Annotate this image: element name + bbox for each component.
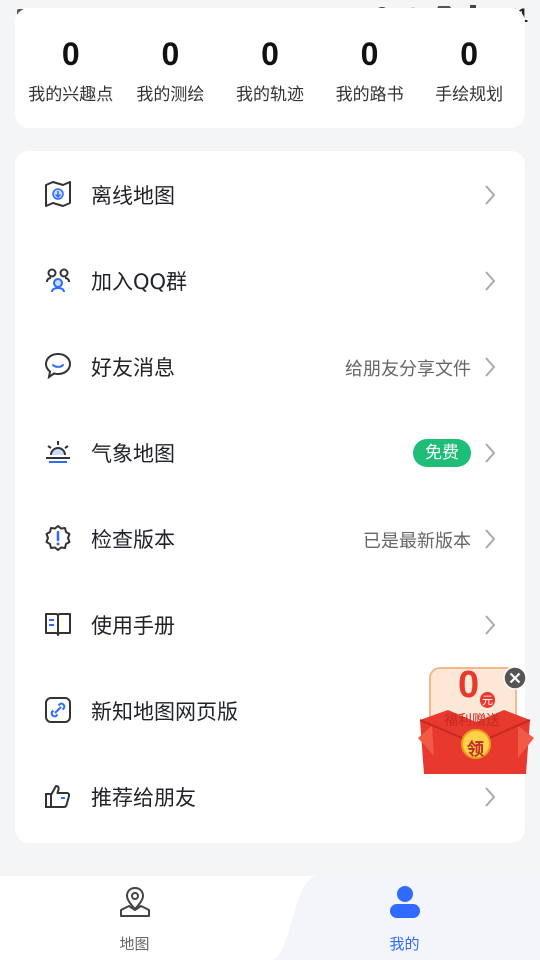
stat-value: 0 (161, 36, 180, 72)
stat-roadbook[interactable]: 0 我的路书 (320, 34, 420, 128)
promo-unit: 元 (480, 692, 495, 708)
menu-item-join-qq-group[interactable]: 加入QQ群 (15, 237, 525, 323)
stat-label: 我的轨迹 (235, 85, 304, 105)
promo-text: 福利赠送 (444, 713, 500, 729)
menu-title: 新知地图网页版 (91, 700, 238, 724)
menu-title: 离线地图 (91, 184, 175, 208)
stat-track[interactable]: 0 我的轨迹 (220, 34, 320, 128)
person-icon (389, 886, 420, 918)
menu-item-user-manual[interactable]: 使用手册 (15, 581, 525, 667)
menu-title: 加入QQ群 (91, 270, 188, 294)
menu-subtitle: 已是最新版本 (363, 531, 471, 552)
stat-label: 我的路书 (335, 85, 404, 105)
stat-value: 0 (460, 36, 479, 72)
chevron-right-icon (485, 185, 496, 205)
promo-amount: 0 (458, 664, 480, 706)
menu-item-weather-map[interactable]: 气象地图 免费 (15, 409, 525, 495)
weather-icon (46, 441, 70, 463)
group-icon (46, 268, 70, 293)
free-badge: 免费 (413, 439, 471, 467)
bottom-tab-bar: 地图 我的 (0, 876, 540, 960)
stat-value: 0 (61, 36, 80, 72)
menu-title: 推荐给朋友 (91, 786, 196, 810)
menu-title: 好友消息 (91, 356, 175, 380)
chat-icon (44, 352, 72, 380)
stat-label: 手绘规划 (435, 85, 504, 105)
thumbs-up-icon (45, 785, 71, 808)
menu-item-offline-map[interactable]: 离线地图 (15, 151, 525, 237)
close-icon[interactable] (503, 666, 527, 690)
offline-map-icon (45, 181, 71, 207)
tab-label: 地图 (119, 935, 150, 953)
menu-title: 使用手册 (91, 614, 175, 638)
stat-label: 我的测绘 (136, 85, 205, 105)
stat-poi[interactable]: 0 我的兴趣点 (21, 34, 121, 128)
menu-subtitle: 给朋友分享文件 (345, 359, 471, 380)
version-icon (45, 525, 71, 551)
map-pin-icon (119, 886, 150, 917)
menu-title: 检查版本 (91, 528, 175, 552)
web-link-icon (45, 697, 71, 723)
chevron-right-icon (485, 357, 496, 377)
chevron-right-icon (485, 787, 496, 807)
stat-value: 0 (360, 36, 379, 72)
promo-red-packet[interactable]: 0 元 福利赠送 领 (418, 660, 534, 782)
stat-value: 0 (261, 36, 279, 72)
chevron-right-icon (485, 443, 496, 463)
promo-action: 领 (467, 740, 484, 760)
stat-survey[interactable]: 0 我的测绘 (121, 34, 221, 128)
tab-mine[interactable]: 我的 (337, 876, 472, 960)
menu-title: 气象地图 (91, 442, 175, 466)
stat-label: 我的兴趣点 (28, 85, 114, 105)
chevron-right-icon (485, 615, 496, 635)
stat-hand-draw[interactable]: 0 手绘规划 (419, 34, 519, 128)
menu-item-check-version[interactable]: 检查版本 已是最新版本 (15, 495, 525, 581)
screen: 9:41 0 我的兴趣点 0 我的测绘 0 我的轨迹 0 我的路书 0 手绘规划 (0, 0, 540, 960)
chevron-right-icon (485, 529, 496, 549)
stats-card: 0 我的兴趣点 0 我的测绘 0 我的轨迹 0 我的路书 0 手绘规划 (15, 8, 525, 128)
tab-label: 我的 (389, 935, 420, 953)
tab-map[interactable]: 地图 (67, 876, 202, 960)
manual-icon (45, 613, 71, 636)
menu-item-friend-messages[interactable]: 好友消息 给朋友分享文件 (15, 323, 525, 409)
chevron-right-icon (485, 271, 496, 291)
